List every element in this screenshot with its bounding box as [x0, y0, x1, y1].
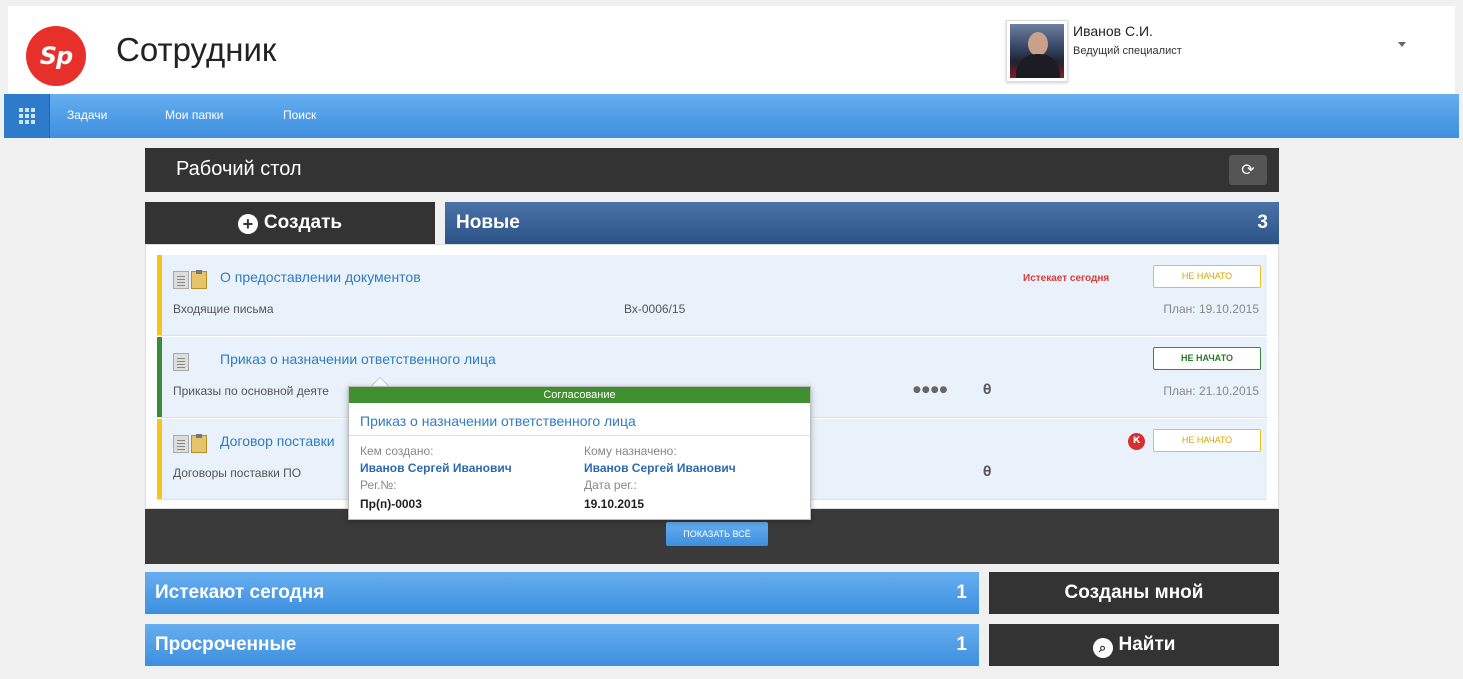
task-plan-date: План: 21.10.2015: [1163, 384, 1259, 398]
status-badge: НЕ НАЧАТО: [1153, 347, 1261, 370]
created-by-label: Кем создано:: [360, 444, 434, 458]
app-logo[interactable]: Sp: [26, 26, 86, 86]
created-by-me-tile[interactable]: Созданы мной: [989, 572, 1279, 614]
control-badge: К: [1128, 433, 1145, 450]
reg-date-value: 19.10.2015: [584, 497, 645, 511]
refresh-icon: ⟳: [1241, 160, 1255, 179]
expire-today-label: Истекают сегодня: [155, 582, 325, 603]
overdue-label: Просроченные: [155, 634, 297, 655]
reg-no-label: Рег.№:: [360, 478, 397, 492]
status-badge: НЕ НАЧАТО: [1153, 265, 1261, 288]
status-stripe: [157, 255, 162, 335]
create-button[interactable]: + Создать: [145, 202, 435, 244]
document-icon: [173, 271, 189, 289]
task-category: Договоры поставки ПО: [173, 466, 302, 480]
new-tasks-label: Новые: [456, 212, 520, 233]
task-category: Входящие письма: [173, 302, 274, 316]
task-title[interactable]: Приказ о назначении ответственного лица: [220, 351, 496, 367]
clipboard-icon: [191, 434, 207, 453]
grid-icon: [19, 108, 35, 124]
status-stripe: [157, 419, 162, 499]
document-icon: [173, 435, 189, 453]
user-role: Ведущий специалист: [1073, 45, 1182, 57]
find-label: Найти: [1118, 634, 1176, 655]
find-tile[interactable]: ⌕ Найти: [989, 624, 1279, 666]
attachment-icon[interactable]: 𝛉: [983, 464, 991, 480]
reg-date-label: Дата рег.:: [584, 478, 637, 492]
task-category: Приказы по основной деяте: [173, 384, 329, 398]
attachment-icon[interactable]: 𝛉: [983, 382, 991, 398]
divider: [349, 435, 810, 436]
app-title: Сотрудник: [116, 31, 277, 68]
new-tasks-header[interactable]: Новые 3: [445, 202, 1279, 244]
created-by-value[interactable]: Иванов Сергей Иванович: [360, 461, 512, 475]
expire-today-count: 1: [956, 582, 967, 603]
apps-grid-button[interactable]: [4, 94, 50, 138]
create-button-label: Создать: [263, 212, 343, 233]
created-by-me-label: Созданы мной: [1064, 582, 1204, 603]
task-plan-date: План: 19.10.2015: [1163, 302, 1259, 316]
more-icon[interactable]: ●●●●: [913, 385, 948, 395]
expire-today-tile[interactable]: Истекают сегодня 1: [145, 572, 979, 614]
task-reg-no: Вх-0006/15: [624, 302, 686, 316]
deadline-note: Истекает сегодня: [1023, 273, 1110, 284]
reg-no-value: Пр(п)-0003: [360, 497, 422, 511]
status-stripe: [157, 337, 162, 417]
chevron-down-icon[interactable]: [1398, 42, 1406, 47]
app-header: Sp Сотрудник Иванов С.И. Ведущий специал…: [8, 6, 1455, 94]
avatar[interactable]: [1006, 20, 1068, 82]
status-badge: НЕ НАЧАТО: [1153, 429, 1261, 452]
task-details-popup: Согласование Приказ о назначении ответст…: [348, 386, 811, 520]
document-icon: [173, 353, 189, 371]
assigned-to-value[interactable]: Иванов Сергей Иванович: [584, 461, 736, 475]
overdue-tile[interactable]: Просроченные 1: [145, 624, 979, 666]
nav-item-search[interactable]: Поиск: [283, 108, 316, 122]
user-photo: [1010, 24, 1064, 78]
task-title[interactable]: О предоставлении документов: [220, 269, 421, 285]
nav-item-my-folders[interactable]: Мои папки: [165, 108, 223, 122]
user-name[interactable]: Иванов С.И.: [1073, 23, 1153, 39]
search-icon: ⌕: [1092, 638, 1113, 658]
task-title[interactable]: Договор поставки: [220, 433, 335, 449]
popup-title[interactable]: Приказ о назначении ответственного лица: [360, 413, 636, 429]
popup-header: Согласование: [349, 387, 810, 403]
overdue-count: 1: [956, 634, 967, 655]
refresh-button[interactable]: ⟳: [1229, 155, 1267, 185]
assigned-to-label: Кому назначено:: [584, 444, 677, 458]
nav-item-tasks[interactable]: Задачи: [67, 108, 107, 122]
desktop-header: Рабочий стол ⟳: [145, 148, 1279, 192]
main-nav: Задачи Мои папки Поиск: [4, 94, 1459, 138]
task-row[interactable]: О предоставлении документов Истекает сег…: [157, 255, 1267, 336]
clipboard-icon: [191, 270, 207, 289]
new-tasks-count: 3: [1257, 212, 1268, 233]
page-title: Рабочий стол: [176, 158, 302, 180]
show-all-button[interactable]: ПОКАЗАТЬ ВСЁ: [666, 522, 768, 546]
plus-icon: +: [237, 214, 258, 234]
